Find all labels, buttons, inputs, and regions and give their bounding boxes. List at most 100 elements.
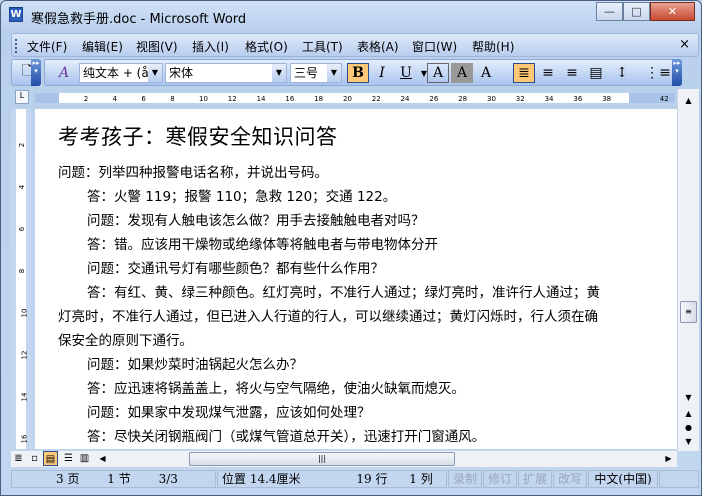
reading-view-icon[interactable]: ▥ bbox=[77, 451, 92, 466]
status-page: 3 页 bbox=[56, 472, 80, 486]
font-size-value: 三号 bbox=[294, 66, 319, 80]
status-bar: 3 页 1 节 3/3 位置 14.4厘米 19 行 1 列 录制 修订 扩展 … bbox=[11, 469, 699, 489]
maximize-button[interactable]: □ bbox=[623, 2, 650, 21]
grip-icon[interactable] bbox=[15, 39, 18, 53]
status-position-info[interactable]: 位置 14.4厘米 19 行 1 列 bbox=[217, 470, 447, 488]
vertical-ruler-tick: 14 bbox=[20, 392, 29, 402]
status-overtype[interactable]: 改写 bbox=[553, 470, 587, 488]
ruler-tick: 16 bbox=[285, 95, 295, 103]
ruler-tick: 4 bbox=[112, 95, 118, 103]
char-border-button[interactable]: A bbox=[427, 63, 449, 83]
menu-file[interactable]: 文件(F) bbox=[27, 38, 67, 55]
ruler-tick: 38 bbox=[602, 95, 612, 103]
print-view-icon[interactable]: ▤ bbox=[43, 451, 58, 466]
status-section: 1 节 bbox=[107, 472, 131, 486]
distribute-button[interactable]: ▤ bbox=[585, 63, 607, 83]
vertical-ruler-tick: 6 bbox=[18, 226, 27, 232]
web-view-icon[interactable]: ▫ bbox=[27, 451, 42, 466]
word-app-icon[interactable]: W bbox=[9, 7, 23, 22]
menu-window[interactable]: 窗口(W) bbox=[412, 38, 457, 55]
scroll-down-icon[interactable]: ▼ bbox=[680, 391, 697, 405]
ruler-tick: 12 bbox=[227, 95, 237, 103]
font-size-select[interactable]: 三号 ▼ bbox=[290, 63, 342, 83]
style-select[interactable]: 纯文本 + (å ▼ bbox=[79, 63, 163, 83]
justify-button[interactable]: ≣ bbox=[513, 63, 535, 83]
line-spacing-icon[interactable]: ↕ bbox=[611, 63, 633, 83]
styles-icon[interactable]: A bbox=[53, 63, 75, 83]
align-right-button[interactable]: ≡ bbox=[561, 63, 583, 83]
menu-bar: 文件(F) 编辑(E) 视图(V) 插入(I) 格式(O) 工具(T) 表格(A… bbox=[11, 33, 699, 57]
style-value: 纯文本 + (å bbox=[83, 66, 149, 80]
document-paragraph-line: 问题：发现有人触电该怎么做？用手去接触触电者对吗？ bbox=[87, 213, 425, 229]
ruler-tick: 36 bbox=[573, 95, 583, 103]
document-paragraph-line: 答：应迅速将锅盖盖上，将火与空气隔绝，使油火缺氧而熄灭。 bbox=[87, 381, 465, 397]
document-paragraph-line: 答：尽快关闭钢瓶阀门（或煤气管道总开关），迅速打开门窗通风。 bbox=[87, 429, 486, 445]
ruler-tick: 32 bbox=[515, 95, 525, 103]
chevron-down-icon[interactable]: ▼ bbox=[148, 64, 162, 82]
status-page-info[interactable]: 3 页 1 节 3/3 bbox=[11, 470, 216, 488]
ruler-tick: 22 bbox=[371, 95, 381, 103]
vertical-scrollbar[interactable]: ▲ ≡ ▼ ▲ ● ▼ bbox=[677, 89, 699, 451]
browse-object-icon[interactable]: ● bbox=[680, 421, 697, 435]
scroll-up-icon[interactable]: ▲ bbox=[680, 94, 697, 108]
scroll-left-icon[interactable]: ◀ bbox=[95, 451, 110, 466]
ruler-tick: 10 bbox=[199, 95, 208, 103]
vertical-ruler-tick: 10 bbox=[20, 308, 29, 318]
status-extend[interactable]: 扩展 bbox=[518, 470, 552, 488]
vertical-ruler-tick: 2 bbox=[18, 142, 27, 148]
toolbar-options-button[interactable]: ▸▸ ▾ bbox=[31, 59, 41, 86]
menu-insert[interactable]: 插入(I) bbox=[192, 38, 229, 55]
previous-page-icon[interactable]: ▲ bbox=[680, 407, 697, 421]
chevron-down-icon[interactable]: ▼ bbox=[327, 64, 341, 82]
menu-format[interactable]: 格式(O) bbox=[245, 38, 288, 55]
scroll-thumb[interactable]: ≡ bbox=[680, 301, 697, 323]
normal-view-icon[interactable]: ≣ bbox=[11, 451, 26, 466]
char-shading-button[interactable]: A bbox=[451, 63, 473, 83]
toolbar-options-button[interactable]: ▸▸ ▾ bbox=[672, 59, 682, 86]
font-select[interactable]: 宋体 ▼ bbox=[165, 63, 287, 83]
status-position: 位置 14.4厘米 bbox=[222, 472, 301, 486]
view-bar: ≣ ▫ ▤ ☰ ▥ ◀ ||| ▶ bbox=[11, 451, 677, 467]
document-paragraph-line: 灯亮时，不准行人通过，但已进入人行道的行人，可以继续通过；黄灯闪烁时，行人须在确 bbox=[58, 309, 598, 325]
status-column: 1 列 bbox=[409, 472, 433, 486]
document-paragraph-line: 问题：交通讯号灯有哪些颜色？都有些什么作用？ bbox=[87, 261, 384, 277]
menu-tools[interactable]: 工具(T) bbox=[302, 38, 343, 55]
horizontal-ruler[interactable]: L 24681012141618202224262830323436384244 bbox=[11, 89, 698, 107]
status-record[interactable]: 录制 bbox=[448, 470, 482, 488]
scroll-right-icon[interactable]: ▶ bbox=[661, 451, 676, 466]
vertical-ruler-tick: 16 bbox=[20, 434, 29, 444]
document-paragraph-line: 保安全的原则下通行。 bbox=[58, 333, 193, 349]
ruler-tick: 28 bbox=[458, 95, 468, 103]
formatting-toolbar: A 纯文本 + (å ▼ 宋体 ▼ 三号 ▼ B I U ▼ A A A ≣ ≡ ≡ … bbox=[44, 59, 682, 86]
close-document-button[interactable]: × bbox=[679, 37, 690, 52]
ruler-tick: 20 bbox=[343, 95, 352, 103]
bold-button[interactable]: B bbox=[347, 63, 369, 83]
word-window: W 寒假急救手册.doc - Microsoft Word — □ ✕ 文件(F… bbox=[0, 0, 702, 496]
italic-button[interactable]: I bbox=[371, 63, 393, 83]
menu-table[interactable]: 表格(A) bbox=[357, 38, 399, 55]
document-paragraph-line: 答：错。应该用干燥物或绝缘体等将触电者与带电物体分开 bbox=[87, 237, 438, 253]
minimize-button[interactable]: — bbox=[596, 2, 623, 21]
outline-view-icon[interactable]: ☰ bbox=[61, 451, 76, 466]
char-scale-button[interactable]: A bbox=[475, 63, 497, 83]
ruler-tick: 24 bbox=[400, 95, 410, 103]
next-page-icon[interactable]: ▼ bbox=[680, 435, 697, 449]
status-track-changes[interactable]: 修订 bbox=[483, 470, 517, 488]
close-button[interactable]: ✕ bbox=[650, 2, 695, 21]
font-value: 宋体 bbox=[169, 66, 194, 80]
tab-selector[interactable]: L bbox=[15, 90, 29, 104]
status-language[interactable]: 中文(中国) bbox=[588, 470, 658, 488]
status-line: 19 行 bbox=[356, 472, 388, 486]
menu-view[interactable]: 视图(V) bbox=[136, 38, 178, 55]
horizontal-scroll-thumb[interactable]: ||| bbox=[189, 452, 455, 466]
menu-help[interactable]: 帮助(H) bbox=[472, 38, 514, 55]
ruler-tick: 6 bbox=[141, 95, 146, 103]
chevron-down-icon[interactable]: ▼ bbox=[272, 64, 286, 82]
document-page[interactable]: 考考孩子：寒假安全知识问答 问题：列举四种报警电话名称，并说出号码。 答：火警 1… bbox=[35, 109, 677, 449]
vertical-ruler: 2 4 6 8 10 12 14 16 bbox=[11, 109, 31, 449]
align-center-button[interactable]: ≡ bbox=[537, 63, 559, 83]
menu-edit[interactable]: 编辑(E) bbox=[82, 38, 123, 55]
window-title: 寒假急救手册.doc - Microsoft Word bbox=[31, 12, 247, 27]
numbering-icon[interactable]: ⋮≡ bbox=[645, 63, 671, 83]
ruler-tick: 8 bbox=[170, 95, 175, 103]
